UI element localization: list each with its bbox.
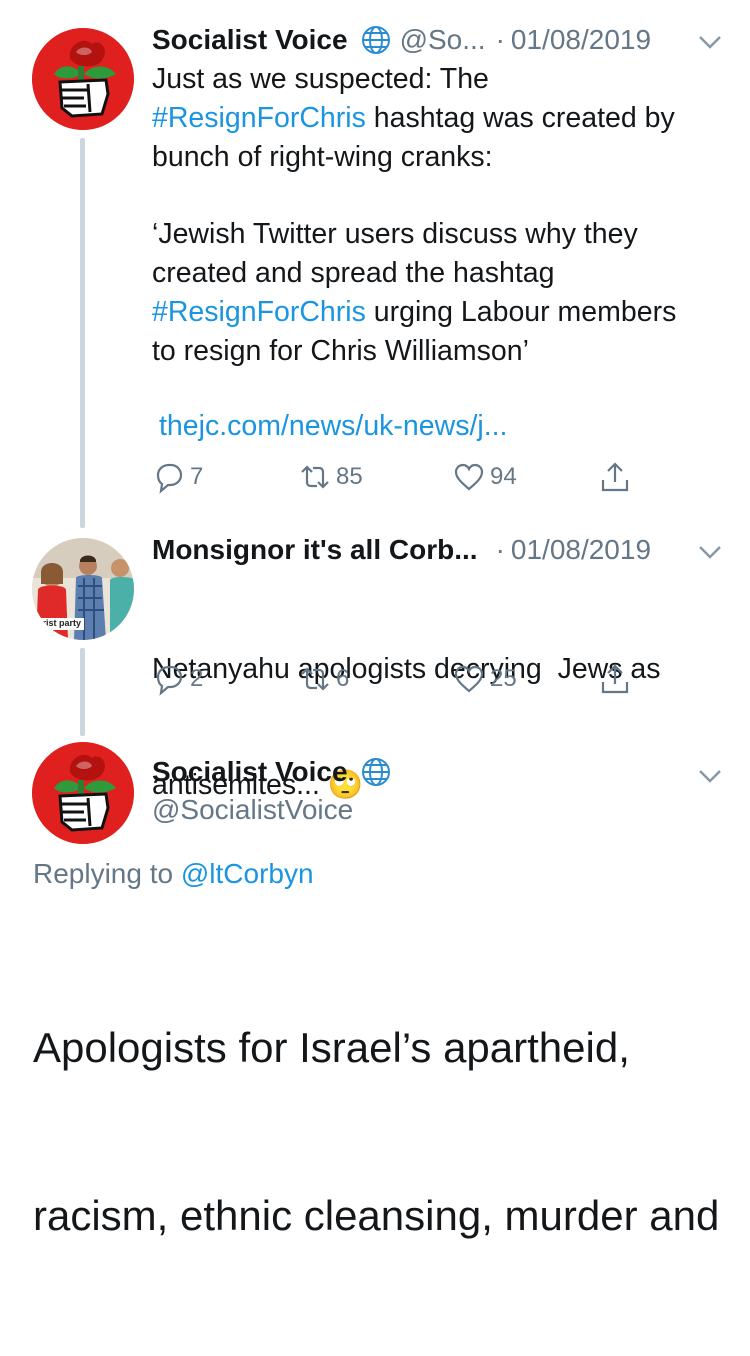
tweet-3-text-line2: racism, ethnic cleansing, murder and <box>33 1192 720 1239</box>
display-name[interactable]: Monsignor it's all Corb... <box>152 534 478 566</box>
handle[interactable]: @So... <box>400 24 486 56</box>
heart-icon <box>454 463 484 491</box>
tweet-date[interactable]: 01/08/2019 <box>511 24 651 56</box>
hashtag-link[interactable]: #ResignForChris <box>152 102 366 134</box>
tweet-1-text: Just as we suspected: The #ResignForChris… <box>152 60 732 370</box>
chevron-down-icon[interactable] <box>697 768 723 784</box>
tweet-1-text-line: to resign for Chris Williamson’ <box>152 332 732 371</box>
like-count: 25 <box>490 665 517 692</box>
reply-count: 2 <box>190 665 204 692</box>
avatar-socialist-voice[interactable] <box>32 28 134 130</box>
reply-icon <box>156 463 183 494</box>
tweet-text-segment: hashtag was created by <box>365 101 675 134</box>
like-button[interactable]: 94 <box>452 460 517 494</box>
display-name[interactable]: Socialist Voice <box>152 24 348 56</box>
tweet-2-header: Monsignor it's all Corb... · 01/08/2019 <box>152 534 651 566</box>
tweet-text-segment: bunch of right-wing cranks: <box>152 140 493 173</box>
separator-dot: · <box>495 534 505 565</box>
tweet-1-text-line: created and spread the hashtag <box>152 254 732 293</box>
like-count: 94 <box>490 463 517 490</box>
share-button[interactable] <box>598 460 636 494</box>
thread-line-2 <box>80 648 85 736</box>
tweet-1-text-line <box>152 176 732 215</box>
tweet-1-link[interactable]: thejc.com/news/uk-news/j... <box>159 410 507 443</box>
rose-fist-logo-icon <box>32 28 134 130</box>
tweet-1-actions: 7 85 94 <box>152 460 652 500</box>
retweet-count: 85 <box>336 463 363 490</box>
tweet-text-segment: created and spread the hashtag <box>152 256 555 289</box>
chevron-down-icon[interactable] <box>697 34 723 50</box>
reply-button[interactable]: 2 <box>152 662 203 696</box>
heart-icon <box>454 665 484 693</box>
tweet-text-segment: Just as we suspected: The <box>152 63 489 95</box>
reply-count: 7 <box>190 463 204 490</box>
tweet-1-text-line: bunch of right-wing cranks: <box>152 138 732 177</box>
tweet-3-text-line1: Apologists for Israel’s apartheid, <box>33 1024 630 1071</box>
handle[interactable]: @SocialistVoice <box>152 794 353 826</box>
tweet-text-segment: ‘Jewish Twitter users discuss why they <box>152 218 638 251</box>
tweet-2-text: Netanyahu apologists decrying Jews as an… <box>152 572 732 882</box>
tweet-1-text-line: #ResignForChris hashtag was created by <box>152 99 732 138</box>
reply-icon <box>156 665 183 696</box>
tweet-date[interactable]: 01/08/2019 <box>511 534 651 566</box>
display-name[interactable]: Socialist Voice <box>152 756 348 788</box>
globe-icon <box>361 26 390 54</box>
tweet-1-text-line: ‘Jewish Twitter users discuss why they <box>152 215 732 254</box>
avatar-monsignor[interactable]: ntrist party <box>32 538 134 640</box>
rose-fist-logo-icon <box>32 742 134 844</box>
hashtag-link[interactable]: #ResignForChris <box>152 296 366 328</box>
avatar-socialist-voice[interactable] <box>32 742 134 844</box>
thread-line-1 <box>80 138 85 528</box>
retweet-icon <box>301 465 329 489</box>
reply-button[interactable]: 7 <box>152 460 203 494</box>
replying-to-label: Replying to <box>33 858 181 889</box>
tweet-3-header: Socialist Voice <box>152 756 400 788</box>
share-icon <box>601 462 629 492</box>
tweet-1-text-line: Just as we suspected: The <box>152 60 732 99</box>
retweet-icon <box>301 667 329 691</box>
share-icon <box>601 664 629 694</box>
avatar-caption: ntrist party <box>34 618 82 628</box>
replying-to: Replying to @ltCorbyn <box>33 858 314 890</box>
retweet-button[interactable]: 6 <box>298 662 349 696</box>
tweet-text-segment: urging Labour members <box>365 295 677 328</box>
globe-icon <box>361 758 390 786</box>
tweet-text-segment: to resign for Chris Williamson’ <box>152 334 529 367</box>
chevron-down-icon[interactable] <box>697 544 723 560</box>
tweet-1-header: Socialist Voice @So... · 01/08/2019 <box>152 24 651 56</box>
separator-dot: · <box>495 24 505 55</box>
retweet-button[interactable]: 85 <box>298 460 363 494</box>
tweet-3-text: Apologists for Israel’s apartheid, racis… <box>33 908 733 1356</box>
tweet-2-actions: 2 6 25 <box>152 662 652 702</box>
tweet-1-text-line: #ResignForChris urging Labour members <box>152 293 732 332</box>
like-button[interactable]: 25 <box>452 662 517 696</box>
replying-to-handle[interactable]: @ltCorbyn <box>181 858 314 889</box>
retweet-count: 6 <box>336 665 350 692</box>
share-button[interactable] <box>598 662 636 696</box>
